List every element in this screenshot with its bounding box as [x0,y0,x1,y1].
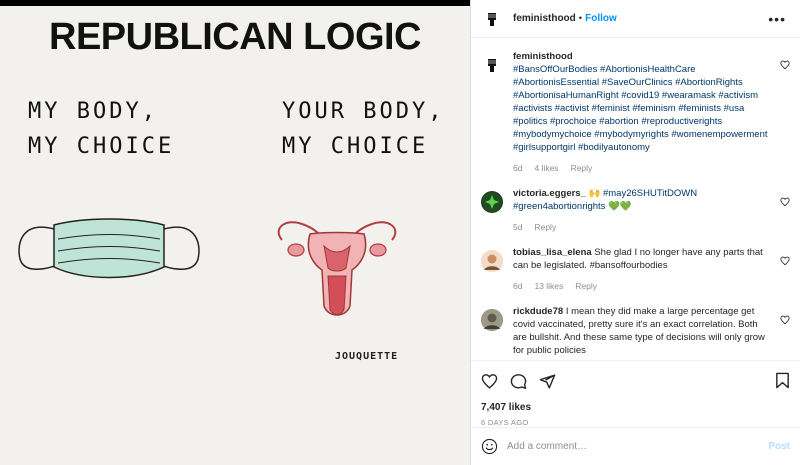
add-comment-bar: Post [471,427,800,465]
comment-item: tobias_lisa_elena She glad I no longer h… [481,246,790,293]
post-image[interactable]: REPUBLICAN LOGIC MY BODY, MY CHOICE YOUR… [0,0,470,465]
reply-button[interactable]: Reply [571,162,593,175]
post-header: feministhood • Follow ••• [471,0,800,38]
right-text-line1: YOUR BODY, [282,99,445,124]
bookmark-icon[interactable] [775,372,790,389]
like-heart-icon[interactable] [481,373,498,390]
comment-meta: 5d Reply [513,221,772,234]
right-handwritten-text: YOUR BODY, MY CHOICE [282,94,444,164]
image-title: REPUBLICAN LOGIC [49,16,422,58]
comment-body: tobias_lisa_elena She glad I no longer h… [513,246,790,293]
reply-button[interactable]: Reply [575,280,597,293]
artist-signature: JOUQUETTE [335,351,399,362]
share-paper-plane-icon[interactable] [539,373,556,390]
fist-logo-icon [481,54,503,76]
user-photo-icon [481,250,503,272]
post-actions: 7,407 likes 6 DAYS AGO [471,360,800,427]
comment-meta: 6d 4 likes Reply [513,162,772,175]
left-text-line2: MY CHOICE [28,134,175,160]
user-photo-icon [481,309,503,331]
follow-button[interactable]: Follow [585,13,617,24]
action-icons [481,369,790,393]
comment-body: feministhood #BansOffOurBodies #Abortion… [513,50,790,175]
fist-logo-icon [481,7,503,30]
comment-time[interactable]: 6d [513,280,522,293]
header-separator: • [578,13,583,24]
comment-username[interactable]: victoria.eggers_ [513,188,586,199]
face-mask-drawing [18,218,200,279]
avatar[interactable] [481,54,503,76]
heart-outline-icon[interactable] [780,256,790,266]
right-text-line2: MY CHOICE [282,134,429,160]
avatar[interactable] [481,309,503,331]
post-comment-button[interactable]: Post [768,441,790,452]
comment-bubble-icon[interactable] [510,373,527,390]
comments-list[interactable]: feministhood #BansOffOurBodies #Abortion… [471,38,800,360]
post-time-ago[interactable]: 6 DAYS AGO [481,418,790,427]
comment-item: feministhood #BansOffOurBodies #Abortion… [481,50,790,175]
avatar[interactable] [481,250,503,272]
header-username[interactable]: feministhood [513,13,576,24]
comment-input[interactable] [507,441,769,452]
heart-outline-icon[interactable] [780,197,790,207]
comment-item: rickdude78 I mean they did make a large … [481,305,790,357]
avatar[interactable] [481,191,503,213]
uterus-drawing [277,221,397,316]
reply-button[interactable]: Reply [534,221,556,234]
comment-item: victoria.eggers_ 🙌 #may26SHUTitDOWN #gre… [481,187,790,234]
more-options-button[interactable]: ••• [768,11,786,27]
comment-time[interactable]: 6d [513,162,522,175]
comment-body: rickdude78 I mean they did make a large … [513,305,790,357]
green-emblem-icon [482,192,502,212]
likes-count[interactable]: 7,407 likes [481,402,790,413]
comment-username[interactable]: feministhood [513,51,573,62]
heart-outline-icon[interactable] [780,315,790,325]
comment-likes[interactable]: 13 likes [534,280,563,293]
comment-meta: 6d 13 likes Reply [513,280,772,293]
avatar[interactable] [481,7,503,30]
comment-username[interactable]: tobias_lisa_elena [513,247,592,258]
emoji-smiley-icon[interactable] [481,438,498,455]
left-text-line1: MY BODY, [28,99,158,124]
comment-likes[interactable]: 4 likes [534,162,558,175]
post-side-panel: feministhood • Follow ••• feministhood #… [470,0,800,465]
left-handwritten-text: MY BODY, MY CHOICE [28,94,174,164]
comment-username[interactable]: rickdude78 [513,306,563,317]
heart-outline-icon[interactable] [780,60,790,70]
comment-text: #BansOffOurBodies #AbortionisHealthCare … [513,64,768,153]
instagram-post: REPUBLICAN LOGIC MY BODY, MY CHOICE YOUR… [0,0,800,465]
comment-body: victoria.eggers_ 🙌 #may26SHUTitDOWN #gre… [513,187,790,234]
comment-time[interactable]: 5d [513,221,522,234]
